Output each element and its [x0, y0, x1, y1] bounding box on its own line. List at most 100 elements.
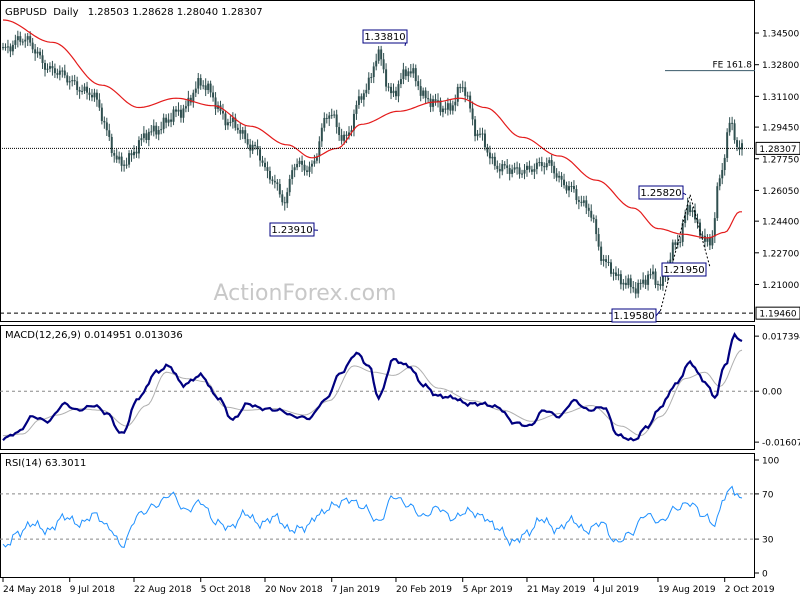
candle-body: [281, 194, 283, 202]
candle-body: [61, 71, 63, 72]
candle-body: [284, 202, 286, 203]
candle-body: [625, 283, 627, 285]
candle-body: [637, 283, 639, 294]
candle-body: [252, 145, 254, 151]
candle-body: [640, 283, 642, 284]
candle-body: [417, 81, 419, 86]
price-pane: [1, 1, 755, 322]
candle-body: [474, 119, 476, 136]
candle-body: [222, 111, 224, 114]
candle-body: [378, 49, 380, 60]
candle-body: [526, 166, 528, 170]
candle-body: [736, 140, 738, 147]
candle-body: [447, 103, 449, 109]
candle-body: [185, 106, 187, 108]
candle-body: [229, 122, 231, 123]
candle-body: [620, 274, 622, 284]
candle-body: [734, 123, 736, 140]
candle-body: [331, 115, 333, 116]
candle-body: [514, 167, 516, 169]
candle-body: [343, 135, 345, 141]
candle-body: [538, 162, 540, 163]
candle-body: [546, 163, 548, 167]
candle-body: [126, 165, 128, 166]
time-tick-label: 5 Apr 2019: [463, 585, 513, 595]
candle-body: [89, 93, 91, 95]
candle-body: [71, 80, 73, 81]
candle-body: [32, 43, 34, 50]
candle-body: [123, 165, 125, 166]
candle-body: [516, 167, 518, 168]
candle-body: [145, 133, 147, 140]
candle-body: [395, 91, 397, 96]
candle-body: [561, 176, 563, 180]
candle-body: [247, 139, 249, 144]
candle-body: [519, 167, 521, 174]
candle-body: [160, 129, 162, 130]
candle-body: [501, 164, 503, 171]
candle-body: [237, 128, 239, 130]
candle-body: [346, 135, 348, 136]
candle-body: [205, 85, 207, 90]
candle-body: [687, 205, 689, 215]
candle-body: [79, 90, 81, 92]
candle-body: [553, 166, 555, 173]
candle-body: [207, 84, 209, 90]
candle-body: [672, 242, 674, 259]
candle-body: [338, 127, 340, 135]
price-axis: 1.345001.328001.311001.294501.277501.260…: [755, 30, 799, 291]
candle-body: [504, 164, 506, 165]
candle-body: [27, 36, 29, 40]
candle-body: [701, 236, 703, 237]
candle-body: [360, 96, 362, 99]
candle-body: [91, 95, 93, 97]
candle-body: [390, 87, 392, 93]
candle-body: [716, 186, 718, 218]
candle-body: [22, 42, 24, 43]
symbol-label: GBPUSD: [5, 7, 47, 18]
candle-body: [459, 87, 461, 88]
candle-body: [578, 200, 580, 202]
candle-body: [400, 79, 402, 84]
candle-body: [368, 78, 370, 90]
candle-body: [615, 273, 617, 276]
time-axis: 24 May 20189 Jul 201822 Aug 20185 Oct 20…: [3, 578, 775, 595]
candle-body: [491, 157, 493, 158]
candle-body: [42, 55, 44, 63]
candle-body: [296, 164, 298, 167]
candle-body: [180, 110, 182, 118]
candle-body: [76, 81, 78, 90]
candle-body: [654, 272, 656, 285]
candle-body: [12, 45, 14, 51]
candle-body: [269, 171, 271, 180]
candle-body: [402, 69, 404, 79]
candle-body: [299, 161, 301, 164]
timeframe-label: Daily: [53, 7, 78, 18]
candle-body: [647, 275, 649, 285]
candle-body: [432, 99, 434, 107]
candle-body: [605, 259, 607, 262]
candle-body: [682, 223, 684, 242]
candle-body: [719, 178, 721, 186]
price-tick-label: 1.21000: [762, 281, 799, 291]
time-tick-label: 19 Aug 2019: [658, 585, 716, 595]
candle-body: [29, 36, 31, 42]
candle-body: [452, 105, 454, 110]
candle-body: [276, 182, 278, 184]
candle-body: [56, 73, 58, 75]
candle-body: [153, 126, 155, 132]
candle-body: [412, 68, 414, 73]
candle-body: [24, 40, 26, 42]
candle-body: [341, 135, 343, 141]
rsi-tick-label: 0: [762, 570, 768, 580]
candle-body: [627, 278, 629, 285]
candle-body: [472, 108, 474, 119]
candle-body: [509, 168, 511, 174]
candle-body: [242, 130, 244, 134]
annotation-label: 1.21950: [663, 265, 704, 276]
candle-body: [304, 165, 306, 171]
candle-body: [336, 115, 338, 128]
candle-body: [140, 138, 142, 140]
candle-body: [442, 109, 444, 112]
rsi-tick-label: 100: [762, 457, 779, 467]
